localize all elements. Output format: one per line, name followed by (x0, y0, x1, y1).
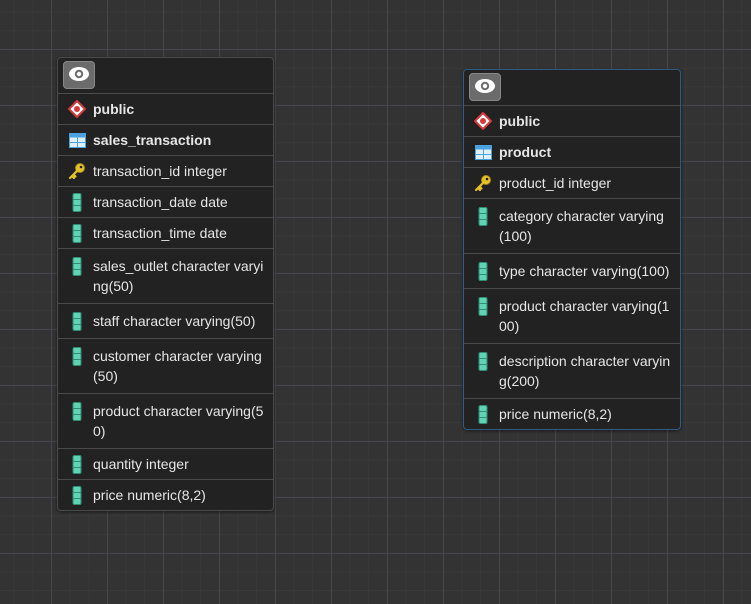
column-icon (68, 223, 86, 243)
view-toggle-button[interactable] (469, 73, 501, 101)
schema-name: public (499, 113, 541, 129)
schema-icon (474, 111, 492, 131)
column-row[interactable]: price numeric(8,2) (464, 399, 680, 429)
column-icon (68, 346, 86, 366)
column-text: price numeric(8,2) (499, 406, 612, 422)
key-icon (68, 161, 86, 181)
column-row[interactable]: category character varying(100) (464, 199, 680, 254)
column-row[interactable]: product character varying(100) (464, 289, 680, 344)
column-row[interactable]: customer character varying(50) (58, 339, 273, 394)
schema-row: public (58, 94, 273, 125)
view-toggle-button[interactable] (63, 61, 95, 89)
column-row[interactable]: staff character varying(50) (58, 304, 273, 339)
column-row[interactable]: product_id integer (464, 168, 680, 199)
column-row[interactable]: transaction_id integer (58, 156, 273, 187)
column-text: customer character varying(50) (93, 348, 262, 384)
eye-icon (68, 66, 90, 85)
column-icon (68, 485, 86, 505)
column-text: category character varying(100) (499, 208, 664, 244)
column-text: transaction_id integer (93, 163, 227, 179)
schema-icon (68, 99, 86, 119)
column-icon (474, 206, 492, 226)
column-icon (474, 351, 492, 371)
schema-row: public (464, 106, 680, 137)
table-name: product (499, 144, 552, 160)
column-text: description character varying(200) (499, 353, 671, 389)
column-text: staff character varying(50) (93, 313, 256, 329)
column-icon (68, 311, 86, 331)
column-text: product character varying(50) (93, 403, 264, 439)
column-text: sales_outlet character varying(50) (93, 258, 264, 294)
column-row[interactable]: sales_outlet character varying(50) (58, 249, 273, 304)
key-icon (474, 173, 492, 193)
table-card-sales-transaction[interactable]: public sales_transaction transaction_id in… (57, 57, 274, 511)
column-text: transaction_date date (93, 194, 228, 210)
column-text: transaction_time date (93, 225, 227, 241)
table-name-row: sales_transaction (58, 125, 273, 156)
column-text: product character varying(100) (499, 298, 670, 334)
table-header (464, 70, 680, 106)
column-row[interactable]: type character varying(100) (464, 254, 680, 289)
table-name-row: product (464, 137, 680, 168)
column-text: price numeric(8,2) (93, 487, 206, 503)
table-header (58, 58, 273, 94)
column-icon (68, 256, 86, 276)
table-name: sales_transaction (93, 132, 212, 148)
column-icon (68, 454, 86, 474)
table-icon (474, 142, 492, 162)
column-row[interactable]: description character varying(200) (464, 344, 680, 399)
column-row[interactable]: transaction_date date (58, 187, 273, 218)
column-text: quantity integer (93, 456, 189, 472)
eye-icon (474, 78, 496, 97)
table-icon (68, 130, 86, 150)
column-icon (474, 404, 492, 424)
table-card-product[interactable]: public product product_id integer category … (463, 69, 681, 430)
column-row[interactable]: product character varying(50) (58, 394, 273, 449)
schema-name: public (93, 101, 135, 117)
column-icon (474, 261, 492, 281)
column-text: type character varying(100) (499, 263, 670, 279)
column-icon (474, 296, 492, 316)
column-icon (68, 401, 86, 421)
column-row[interactable]: transaction_time date (58, 218, 273, 249)
column-text: product_id integer (499, 175, 612, 191)
column-row[interactable]: price numeric(8,2) (58, 480, 273, 510)
column-row[interactable]: quantity integer (58, 449, 273, 480)
column-icon (68, 192, 86, 212)
